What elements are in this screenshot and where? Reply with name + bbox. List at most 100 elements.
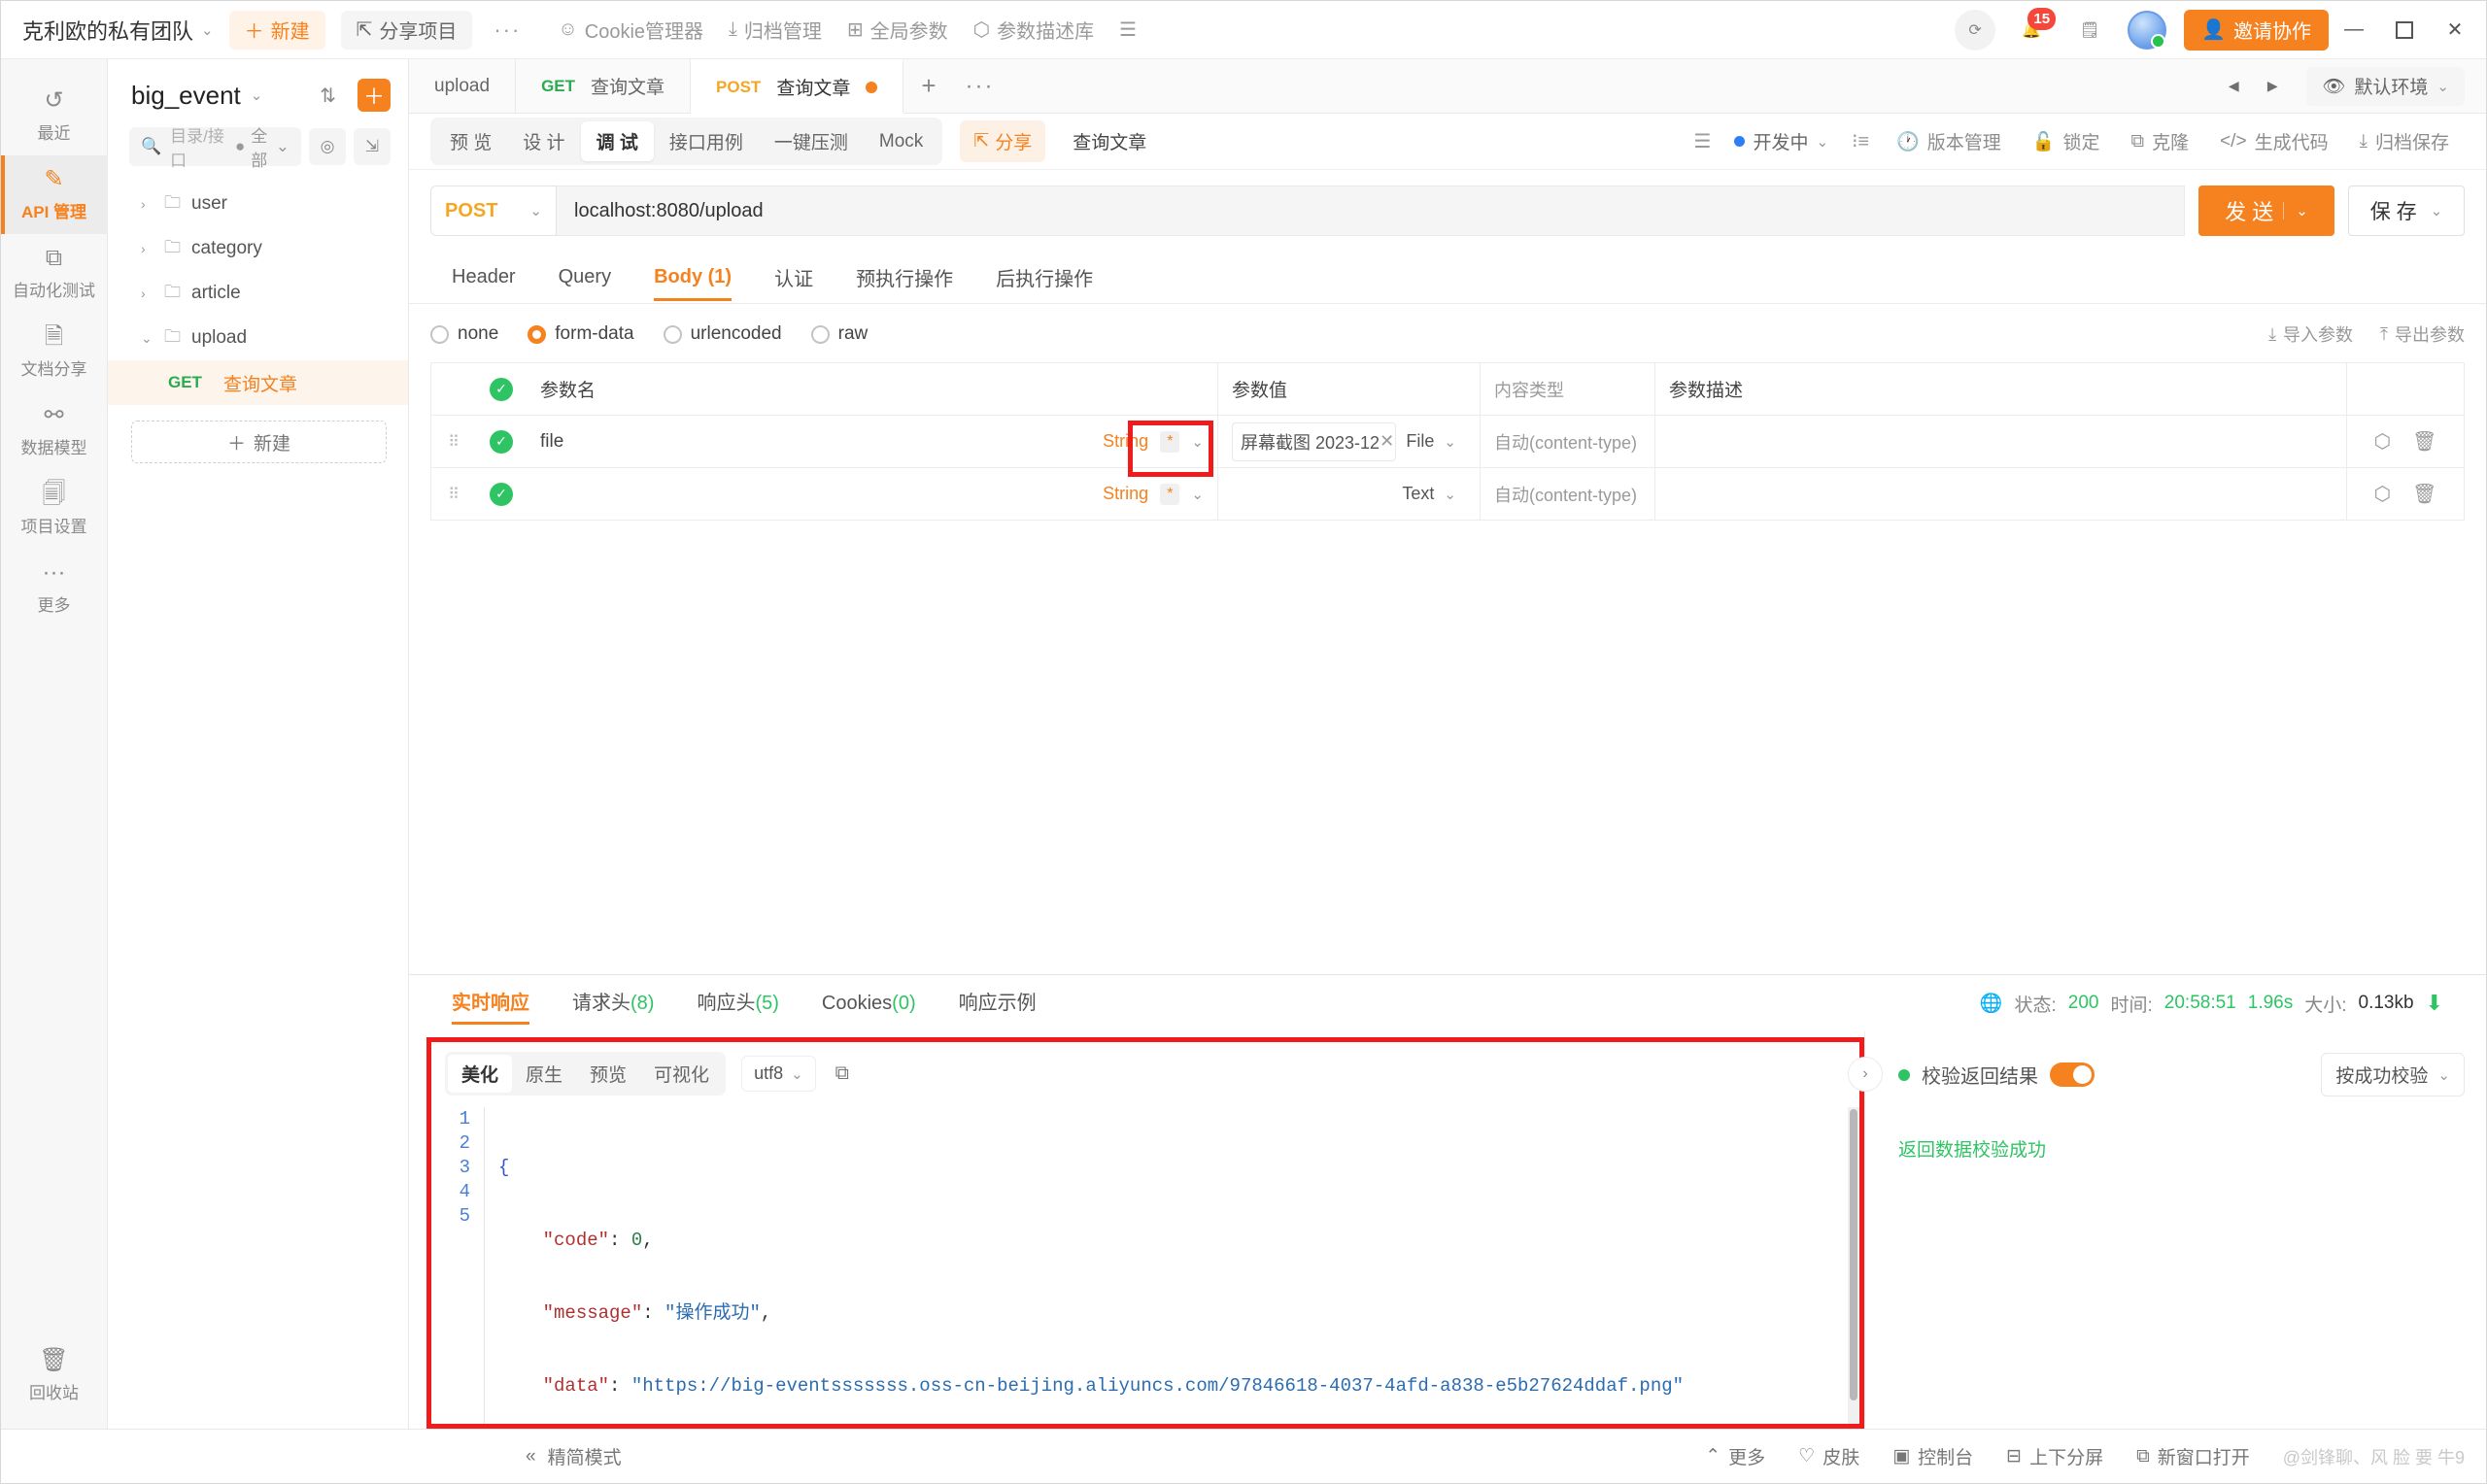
value-kind-select[interactable]: File ⌄ [1396, 431, 1466, 452]
sidebar-item-recycle[interactable]: 🗑 回收站 [1, 1336, 108, 1429]
environment-selector[interactable]: 👁 默认环境 ⌄ [2306, 66, 2465, 106]
download-icon[interactable]: ⬇ [2426, 991, 2443, 1016]
copy-icon[interactable]: ⧉ [835, 1062, 849, 1085]
tab-header[interactable]: Header [430, 253, 537, 300]
tree-new-button[interactable]: ＋ 新建 [131, 421, 387, 463]
clone-button[interactable]: ⧉ 克隆 [2115, 128, 2204, 154]
drag-handle[interactable]: ⠿ [431, 468, 476, 520]
notifications-button[interactable]: 🔔 15 [2009, 7, 2057, 51]
share-project-button[interactable]: ⇱ 分享项目 [340, 10, 473, 50]
row-checkbox[interactable]: ✓ [476, 416, 527, 467]
delete-icon[interactable]: 🗑 [2412, 482, 2436, 506]
format-raw[interactable]: 原生 [512, 1055, 576, 1093]
lock-button[interactable]: 🔓 锁定 [2017, 128, 2116, 154]
minimize-button[interactable]: — [2329, 2, 2379, 58]
drag-handle[interactable]: ⠿ [431, 416, 476, 467]
global-params-button[interactable]: ⊞ 全局参数 [847, 16, 948, 44]
save-button[interactable]: 保 存 ⌄ [2348, 186, 2465, 236]
url-input[interactable]: localhost:8080/upload [557, 186, 2185, 236]
delete-icon[interactable]: 🗑 [2412, 429, 2436, 454]
select-all-checkbox[interactable]: ✓ [476, 363, 527, 415]
chevron-down-icon[interactable]: ⌄ [1191, 433, 1204, 451]
format-beautify[interactable]: 美化 [448, 1055, 513, 1093]
new-button[interactable]: ＋ 新建 [228, 10, 325, 50]
add-tab-button[interactable]: + [903, 59, 953, 113]
body-type-raw[interactable]: raw [810, 323, 868, 345]
param-name-cell[interactable]: file String * ⌄ [527, 416, 1218, 467]
validation-mode-select[interactable]: 按成功校验 ⌄ [2321, 1053, 2465, 1096]
content-type-cell[interactable]: 自动(content-type) [1481, 468, 1655, 520]
simple-mode-button[interactable]: 精简模式 [548, 1443, 622, 1469]
sidebar-item-api[interactable]: ✎ API 管理 [0, 155, 108, 234]
edit-list-icon[interactable]: ☰ [1683, 129, 1723, 153]
tree-api-item[interactable]: GET 查询文章 [108, 360, 408, 405]
tab-design[interactable]: 设 计 [507, 121, 580, 161]
sidebar-item-automation[interactable]: ⧉ 自动化测试 [1, 234, 108, 313]
sync-icon[interactable]: ⟳ [1955, 9, 1996, 51]
body-type-none[interactable]: none [430, 323, 498, 345]
project-name[interactable]: big_event [131, 81, 241, 111]
tab-query[interactable]: Query [537, 253, 632, 300]
tab-cookies[interactable]: Cookies(0) [801, 976, 937, 1030]
search-input[interactable]: 🔍 目录/接口 ● 全部 ⌄ [129, 127, 301, 170]
body-type-urlencoded[interactable]: urlencoded [663, 323, 782, 345]
import-params-button[interactable]: ⤓ 导入参数 [2268, 321, 2353, 347]
tab-prev-icon[interactable]: ◀ [2217, 70, 2250, 103]
tree-folder-user[interactable]: › 🗀 user [108, 182, 408, 226]
add-api-button[interactable]: ＋ [358, 79, 391, 112]
tab-pre-script[interactable]: 预执行操作 [835, 250, 974, 303]
tree-folder-category[interactable]: › 🗀 category [108, 226, 408, 271]
tab-response-examples[interactable]: 响应示例 [937, 976, 1058, 1030]
file-value-input[interactable]: 屏幕截图 2023-12 ✕ [1232, 422, 1397, 461]
param-desc-cell[interactable] [1655, 416, 2347, 467]
share-api-button[interactable]: ⇱ 分享 [960, 120, 1046, 162]
send-button[interactable]: 发 送 ⌄ [2198, 186, 2334, 236]
export-params-button[interactable]: ⤒ 导出参数 [2380, 321, 2465, 347]
row-checkbox[interactable]: ✓ [476, 468, 527, 520]
collapse-all-icon[interactable]: ⇲ [354, 128, 391, 165]
tab-get-query-article[interactable]: GET 查询文章 [516, 59, 692, 113]
sidebar-item-project-settings[interactable]: 🗐 项目设置 [1, 470, 108, 549]
clear-icon[interactable]: ✕ [1380, 431, 1394, 452]
notes-icon[interactable]: 🗒 [2067, 10, 2112, 51]
archive-manage-button[interactable]: ⤓ 归档管理 [729, 16, 822, 44]
code-viewer[interactable]: 1 2 3 4 5 { "code": 0, "message": "操作成功"… [431, 1105, 1859, 1424]
split-view-button[interactable]: ⊟ 上下分屏 [2006, 1443, 2103, 1469]
generate-code-button[interactable]: </> 生成代码 [2204, 128, 2344, 154]
skin-button[interactable]: ♡ 皮肤 [1798, 1443, 1859, 1469]
format-visualize[interactable]: 可视化 [640, 1055, 723, 1093]
body-type-form-data[interactable]: form-data [528, 323, 634, 345]
box-icon[interactable]: ⬡ [2374, 482, 2391, 506]
collapse-sidebar-icon[interactable]: « [526, 1446, 536, 1467]
tab-auth[interactable]: 认证 [753, 250, 835, 303]
param-desc-cell[interactable] [1655, 468, 2347, 520]
tab-mock[interactable]: Mock [864, 124, 938, 159]
tab-realtime-response[interactable]: 实时响应 [430, 976, 551, 1030]
sidebar-item-data-model[interactable]: ⚯ 数据模型 [1, 391, 108, 470]
box-icon[interactable]: ⬡ [2374, 429, 2391, 454]
tab-more-button[interactable]: ··· [954, 59, 1006, 113]
console-button[interactable]: ▣ 控制台 [1892, 1443, 1973, 1469]
filter-dropdown[interactable]: ● 全部 ⌄ [235, 122, 290, 171]
new-window-button[interactable]: ⧉ 新窗口打开 [2136, 1443, 2250, 1469]
param-library-button[interactable]: ⬡ 参数描述库 [973, 16, 1094, 44]
tab-stress-test[interactable]: 一键压测 [759, 121, 864, 161]
cookie-manager-button[interactable]: ☺ Cookie管理器 [558, 16, 703, 44]
code-scrollbar[interactable] [1848, 1107, 1859, 1424]
list-view-icon[interactable]: ☰ [1119, 17, 1137, 42]
content-type-cell[interactable]: 自动(content-type) [1481, 416, 1655, 467]
tab-post-script[interactable]: 后执行操作 [974, 250, 1114, 303]
param-name-cell[interactable]: String * ⌄ [527, 468, 1218, 520]
tab-request-headers[interactable]: 请求头(8) [551, 976, 675, 1030]
more-button[interactable]: ⌃ 更多 [1705, 1443, 1765, 1469]
close-button[interactable]: ✕ [2430, 2, 2480, 58]
maximize-button[interactable] [2379, 2, 2430, 58]
archive-save-button[interactable]: ⤓ 归档保存 [2344, 128, 2465, 154]
encoding-select[interactable]: utf8 ⌄ [741, 1056, 816, 1092]
chevron-down-icon[interactable]: ⌄ [1191, 486, 1204, 503]
version-manage-button[interactable]: 🕐 版本管理 [1881, 128, 2017, 154]
import-export-icon[interactable]: ⇅ [320, 84, 336, 108]
tab-body[interactable]: Body (1) [632, 253, 753, 301]
tab-debug[interactable]: 调 试 [580, 121, 654, 161]
tab-api-cases[interactable]: 接口用例 [654, 121, 759, 161]
